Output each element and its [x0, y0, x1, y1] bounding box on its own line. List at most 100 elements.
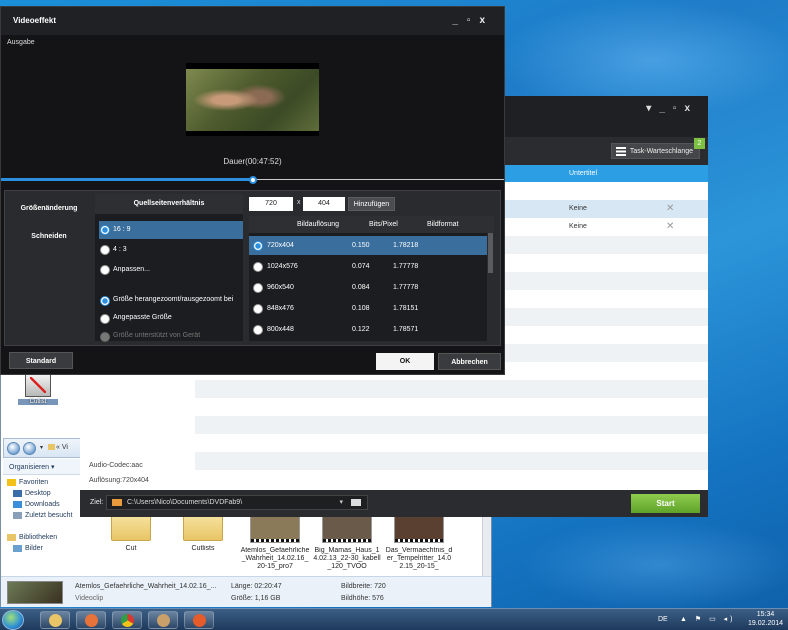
- add-button[interactable]: Hinzufügen: [348, 197, 395, 211]
- organize-button[interactable]: Organisieren ▾: [3, 459, 81, 475]
- table-row[interactable]: [195, 470, 708, 488]
- taskbar-explorer[interactable]: [40, 611, 70, 629]
- radio-button[interactable]: [253, 241, 263, 251]
- explorer-file-area: Cut Cutlists Atemlos_Gefaehrliche_Wahrheit…: [96, 511, 488, 579]
- sidebar-item[interactable]: Bibliotheken: [3, 532, 93, 543]
- chevron-down-icon[interactable]: ▾: [339, 496, 343, 509]
- resolution-row[interactable]: 960x540 0.084 1.77778: [249, 278, 487, 297]
- back-icon[interactable]: [7, 442, 20, 455]
- remove-icon[interactable]: ✕: [666, 203, 674, 214]
- folder-icon: [49, 614, 62, 627]
- explorer-scrollbar[interactable]: [482, 511, 491, 576]
- browse-folder-icon[interactable]: [351, 499, 361, 506]
- table-row[interactable]: [195, 416, 708, 434]
- close-icon[interactable]: x: [684, 103, 698, 114]
- sidebar-item[interactable]: Bilder: [3, 543, 93, 554]
- file-item[interactable]: Atemlos_Gefaehrliche_Wahrheit_14.02.16_2…: [240, 511, 310, 571]
- cancel-button[interactable]: Abbrechen: [438, 353, 501, 370]
- resolution-row[interactable]: 720x404 0.150 1.78218: [249, 236, 487, 255]
- menu-icon[interactable]: ▾: [646, 103, 659, 114]
- start-orb-icon[interactable]: [2, 610, 24, 630]
- bits-value: 0.074: [352, 263, 370, 270]
- tab-resize[interactable]: Größenänderung: [5, 205, 93, 212]
- times-label: x: [297, 199, 301, 206]
- position-slider[interactable]: [1, 176, 504, 184]
- tray-icons[interactable]: ▲ ⚑ ▭ ◂): [680, 615, 736, 623]
- radio-button[interactable]: [253, 283, 263, 293]
- radio-button[interactable]: [100, 225, 110, 235]
- start-button[interactable]: Start: [631, 494, 700, 513]
- radio-button[interactable]: [100, 314, 110, 324]
- resolution-row[interactable]: 800x448 0.122 1.78571: [249, 320, 487, 339]
- scale-option[interactable]: Größe herangezoomt/rausgezoomt bei: [99, 292, 243, 307]
- radio-button[interactable]: [100, 265, 110, 275]
- remove-icon[interactable]: ✕: [666, 221, 674, 232]
- slider-thumb[interactable]: [248, 176, 257, 184]
- recent-icon: [13, 512, 22, 519]
- radio-button[interactable]: [100, 296, 110, 306]
- table-row[interactable]: [195, 398, 708, 416]
- minimize-icon[interactable]: _: [659, 103, 673, 114]
- file-item[interactable]: Cutlists: [168, 511, 238, 553]
- aspect-option[interactable]: 4 : 3: [99, 241, 243, 259]
- file-item[interactable]: Das_Vermaechtnis_der_Tempelritter_14.02.…: [384, 511, 454, 571]
- maximize-icon[interactable]: ▫: [467, 15, 480, 26]
- table-scrollbar[interactable]: [487, 233, 494, 341]
- film-strip: [251, 539, 299, 542]
- table-row[interactable]: [195, 452, 708, 470]
- forward-icon[interactable]: [23, 442, 36, 455]
- destination-field[interactable]: C:\Users\Nico\Documents\DVDFab9\ ▾: [106, 495, 368, 510]
- preview-frame: [186, 69, 319, 131]
- slider-fill: [1, 178, 253, 181]
- height-input[interactable]: 404: [303, 197, 345, 211]
- taskbar-chrome[interactable]: [112, 611, 142, 629]
- radio-button[interactable]: [253, 262, 263, 272]
- resolution-row[interactable]: 1024x576 0.074 1.77778: [249, 257, 487, 276]
- desktop-glow: [520, 520, 788, 610]
- clock[interactable]: 15:34 19.02.2014: [748, 610, 783, 628]
- radio-button[interactable]: [253, 304, 263, 314]
- tab-cut[interactable]: Schneiden: [5, 233, 93, 240]
- radio-button[interactable]: [100, 245, 110, 255]
- status-size: Größe: 1,16 GB: [231, 595, 281, 602]
- file-name: Das_Vermaechtnis_der_Tempelritter_14.02.…: [385, 547, 453, 570]
- minimize-icon[interactable]: _: [452, 15, 467, 26]
- history-chevron-icon[interactable]: ▾: [40, 444, 43, 451]
- aspect-option-label: 16 : 9: [113, 226, 131, 233]
- aspect-option[interactable]: Anpassen...: [99, 261, 243, 279]
- taskbar-app[interactable]: [148, 611, 178, 629]
- taskbar-dvdfab[interactable]: [184, 611, 214, 629]
- radio-button[interactable]: [253, 325, 263, 335]
- status-length: Länge: 02:20:47: [231, 583, 282, 590]
- ok-button[interactable]: OK: [376, 353, 434, 370]
- desktop-shortcut-label: Cutlist: [18, 399, 58, 405]
- close-icon[interactable]: x: [479, 15, 494, 26]
- breadcrumb[interactable]: « Vi: [56, 444, 68, 451]
- aspect-option[interactable]: 16 : 9: [99, 221, 243, 239]
- resolution-row[interactable]: 848x476 0.108 1.78151: [249, 299, 487, 318]
- table-row[interactable]: [195, 434, 708, 452]
- file-item[interactable]: Cut: [96, 511, 166, 553]
- col-bits-pixel: Bits/Pixel: [369, 221, 398, 228]
- file-item[interactable]: Big_Mamas_Haus_14.02.13_22-30_kabell_120…: [312, 511, 382, 571]
- dvdfab-icon: [193, 614, 206, 627]
- width-input[interactable]: 720: [249, 197, 293, 211]
- resolution-value: 848x476: [267, 305, 294, 312]
- maximize-icon[interactable]: ▫: [673, 103, 685, 114]
- standard-button[interactable]: Standard: [9, 352, 73, 369]
- table-row[interactable]: [195, 380, 708, 398]
- bits-value: 0.084: [352, 284, 370, 291]
- language-indicator[interactable]: DE: [658, 616, 668, 623]
- subtitle-value: Keine: [569, 223, 587, 230]
- scale-option[interactable]: Angepasste Größe: [99, 310, 243, 325]
- selected-file-thumbnail: [7, 581, 63, 604]
- dvdfab-bottombar: Ziel: C:\Users\Nico\Documents\DVDFab9\ ▾…: [80, 490, 708, 517]
- status-width: Bildbreite: 720: [341, 583, 386, 590]
- desktop-shortcut[interactable]: Cutlist: [18, 373, 58, 409]
- list-icon: [615, 147, 626, 156]
- library-icon: [7, 534, 16, 541]
- task-queue-button[interactable]: Task-Warteschlange 2: [610, 138, 705, 159]
- scrollbar-thumb[interactable]: [488, 233, 493, 273]
- taskbar-app[interactable]: [76, 611, 106, 629]
- scale-option-label: Größe herangezoomt/rausgezoomt bei: [113, 296, 234, 303]
